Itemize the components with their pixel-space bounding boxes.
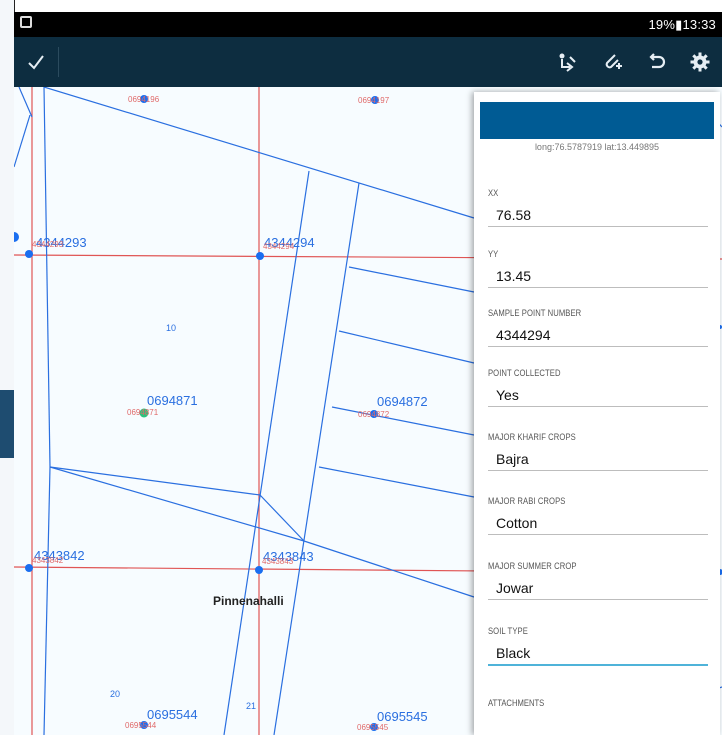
field-major-summer-crop: MAJOR SUMMER CROP Jowar [488, 561, 708, 600]
gear-icon [690, 52, 710, 72]
field-label: POINT COLLECTED [488, 368, 561, 378]
soil-type-input[interactable]: Black [488, 642, 708, 666]
point-sublabel: 0694196 [128, 95, 160, 104]
field-soil-type: SOIL TYPE Black [488, 626, 708, 666]
phone-screen: 19%▮13:33 4344293 4344294 0694871 069487… [14, 12, 722, 735]
point-label: 0695545 [377, 709, 428, 724]
yy-input[interactable]: 13.45 [488, 265, 708, 288]
parcel-number: 21 [246, 701, 256, 711]
parcel-number: 10 [166, 323, 176, 333]
coordinates-text: long:76.5787919 lat:13.449895 [534, 142, 660, 152]
point-sublabel: 0694871 [127, 408, 159, 417]
field-yy: YY 13.45 [488, 249, 708, 288]
point-sublabel: 4343843 [262, 557, 294, 566]
field-label: SOIL TYPE [488, 626, 528, 636]
point-sublabel: 4344293 [32, 240, 64, 249]
field-label: MAJOR SUMMER CROP [488, 561, 577, 571]
point-sublabel: 0694197 [358, 96, 390, 105]
field-point-collected: POINT COLLECTED Yes [488, 368, 708, 407]
background-blue-tab [0, 390, 14, 458]
attach-button[interactable] [590, 37, 634, 87]
field-label: YY [488, 249, 499, 259]
point-sublabel: 0695545 [357, 723, 389, 732]
check-icon [28, 55, 44, 70]
route-icon [559, 53, 576, 72]
status-right-text: 19%▮13:33 [648, 17, 716, 32]
kharif-crops-input[interactable]: Bajra [488, 448, 708, 471]
point-sublabel: 4343842 [32, 556, 64, 565]
point-label: 0694872 [377, 394, 428, 409]
parcel-number: 20 [110, 689, 120, 699]
summer-crop-input[interactable]: Jowar [488, 577, 708, 600]
undo-button[interactable] [635, 37, 679, 87]
xx-input[interactable]: 76.58 [488, 204, 708, 227]
field-xx: XX 76.58 [488, 188, 708, 227]
field-major-rabi-crops: MAJOR RABI CROPS Cotton [488, 496, 708, 535]
settings-button[interactable] [678, 37, 722, 87]
notification-icon [20, 16, 32, 28]
field-label: MAJOR KHARIF CROPS [488, 432, 576, 442]
undo-icon [649, 53, 666, 69]
field-label: XX [488, 188, 499, 198]
confirm-button[interactable] [14, 37, 58, 87]
route-button[interactable] [545, 37, 589, 87]
field-label: MAJOR RABI CROPS [488, 496, 566, 506]
field-label: SAMPLE POINT NUMBER [488, 308, 582, 318]
point-label: 0695544 [147, 707, 198, 722]
field-major-kharif-crops: MAJOR KHARIF CROPS Bajra [488, 432, 708, 471]
attribute-panel: long:76.5787919 lat:13.449895 XX 76.58 Y… [474, 92, 720, 735]
village-label: Pinnenahalli [213, 594, 284, 608]
top-toolbar [14, 37, 722, 87]
attach-icon [605, 54, 622, 69]
point-collected-select[interactable]: Yes [488, 384, 708, 407]
point-sublabel: 0694872 [358, 410, 390, 419]
attachments-label: ATTACHMENTS [488, 698, 545, 708]
point-sublabel: 4344294 [263, 242, 295, 251]
panel-header [480, 102, 714, 139]
point-label: 0694871 [147, 393, 198, 408]
background-app-strip [0, 0, 15, 735]
field-sample-point-number: SAMPLE POINT NUMBER 4344294 [488, 308, 708, 347]
toolbar-divider [58, 47, 59, 77]
rabi-crops-input[interactable]: Cotton [488, 512, 708, 535]
status-bar: 19%▮13:33 [14, 12, 722, 37]
point-sublabel: 0695544 [125, 721, 157, 730]
sample-point-number-input[interactable]: 4344294 [488, 324, 708, 347]
